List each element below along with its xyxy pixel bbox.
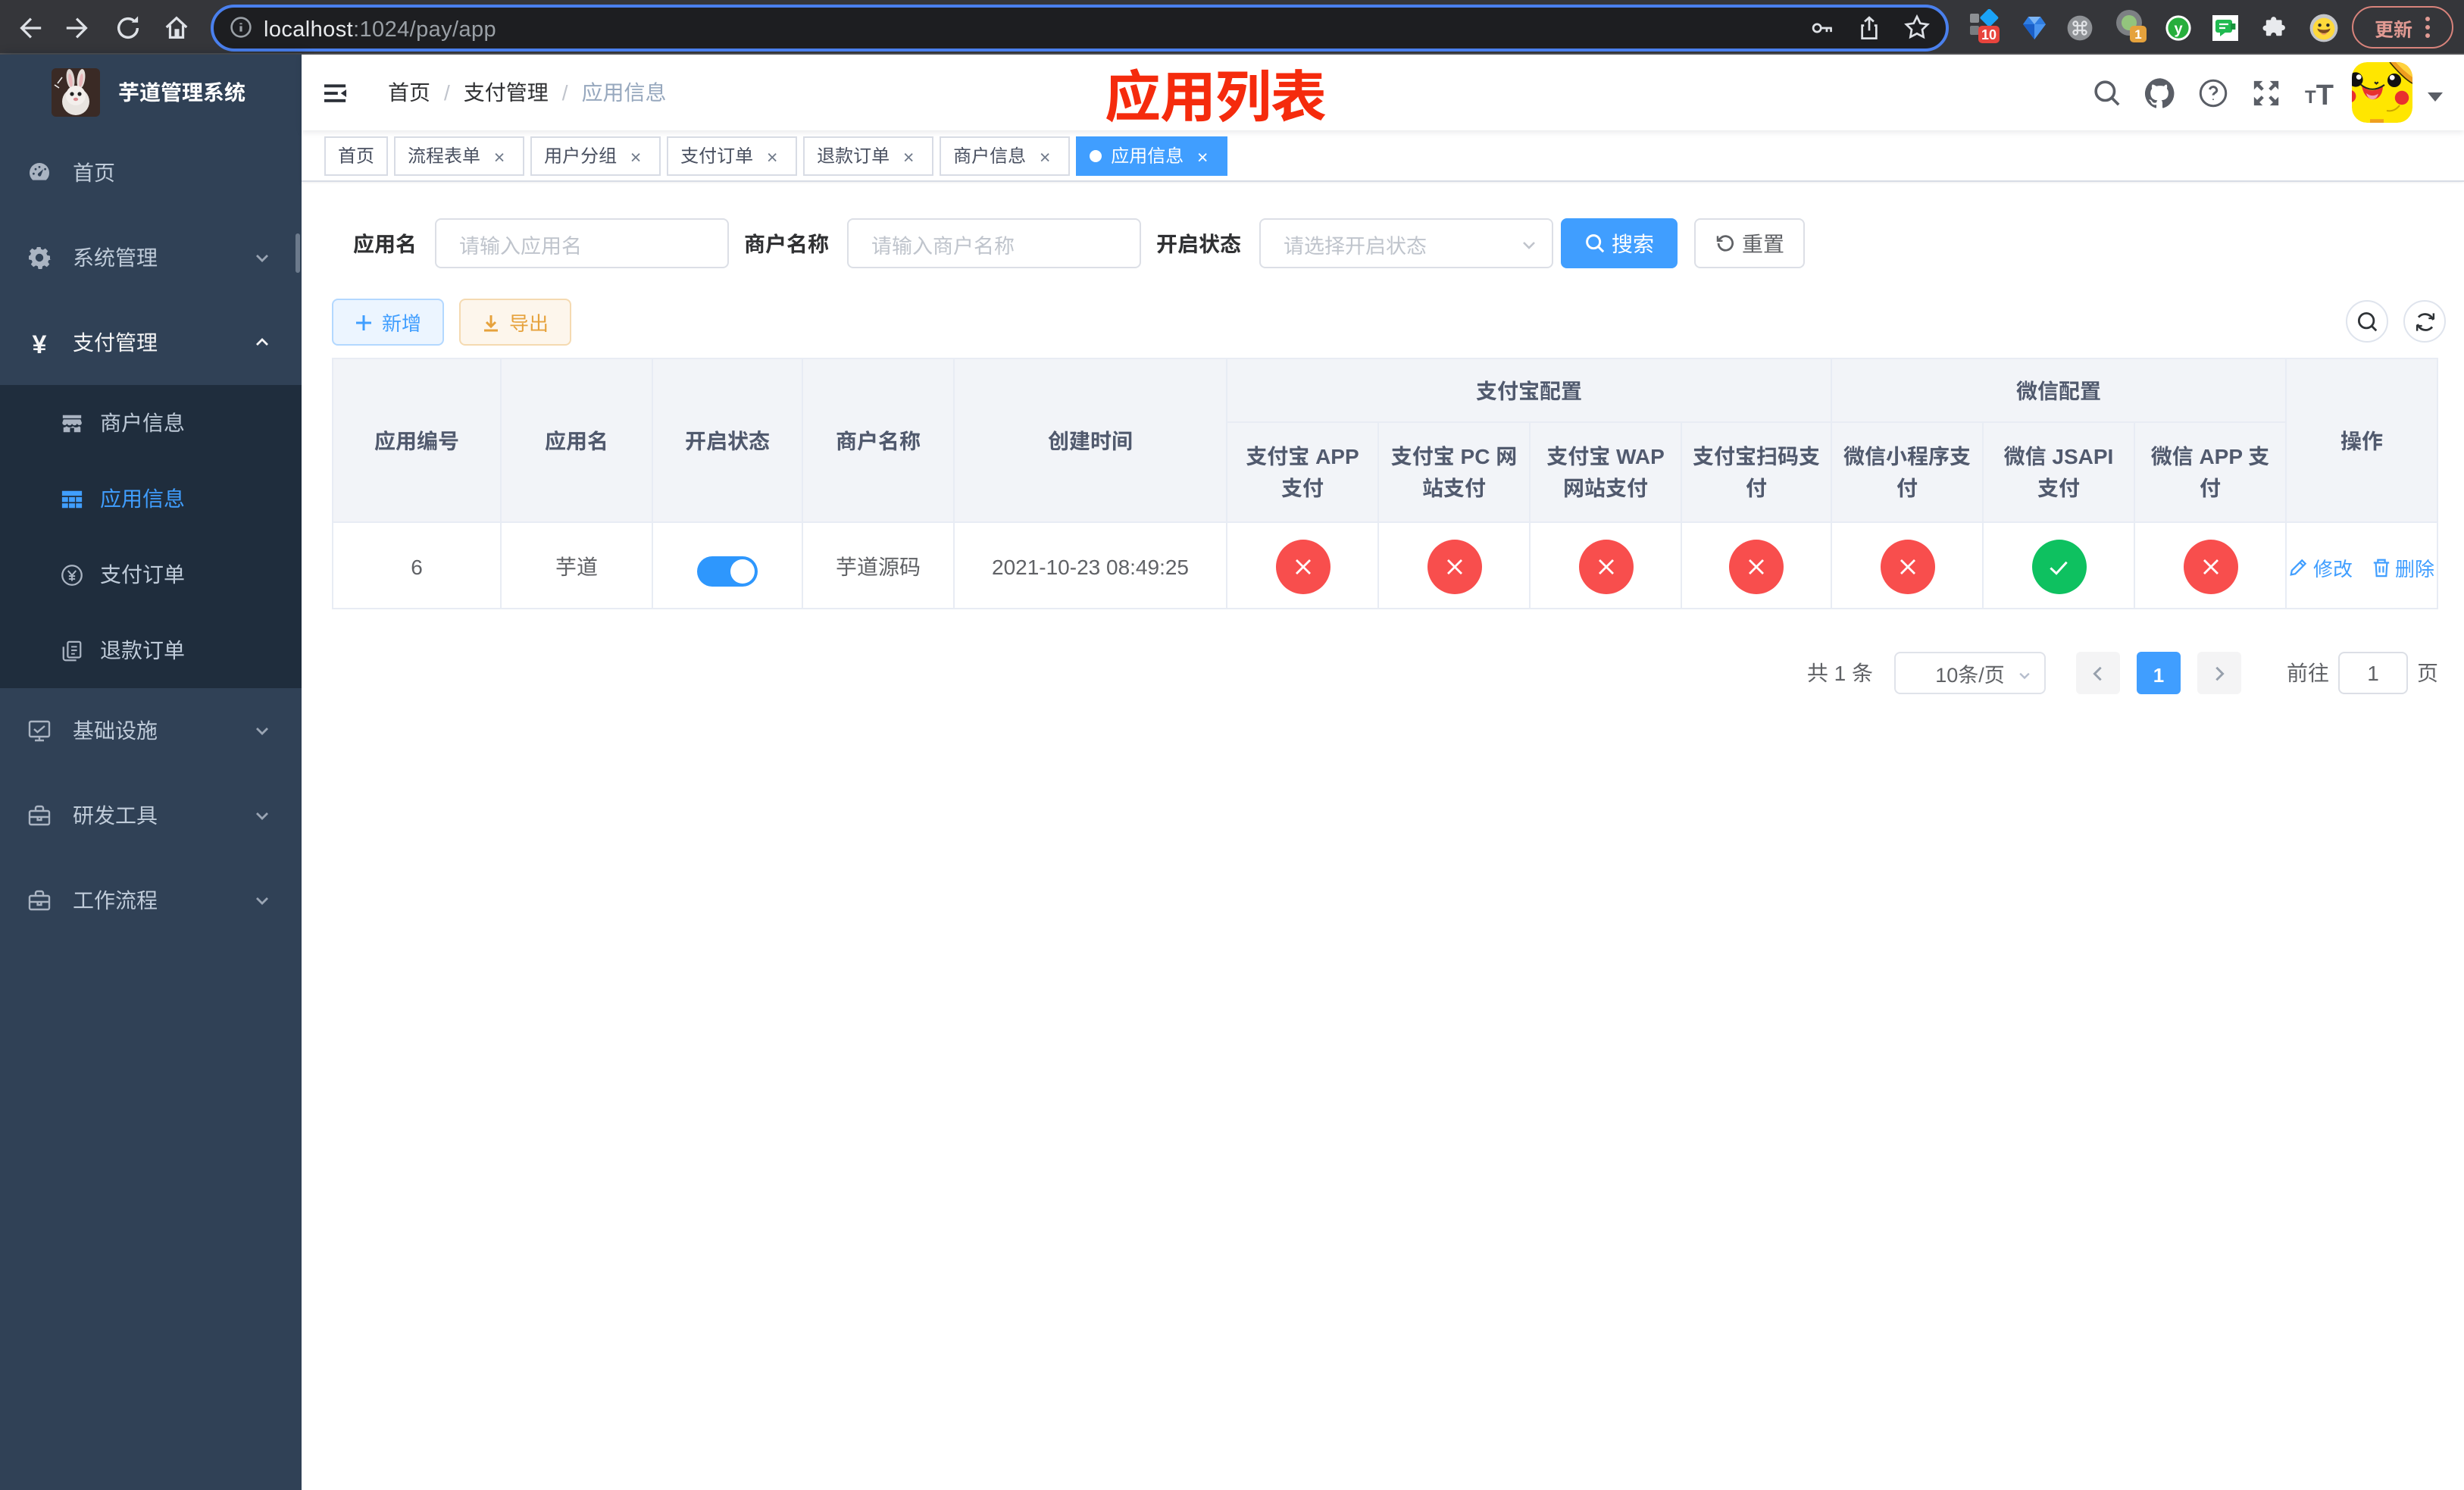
svg-text:10: 10 [1981, 23, 1997, 43]
svg-text:y: y [2174, 15, 2183, 37]
svg-text:1: 1 [2134, 23, 2141, 42]
